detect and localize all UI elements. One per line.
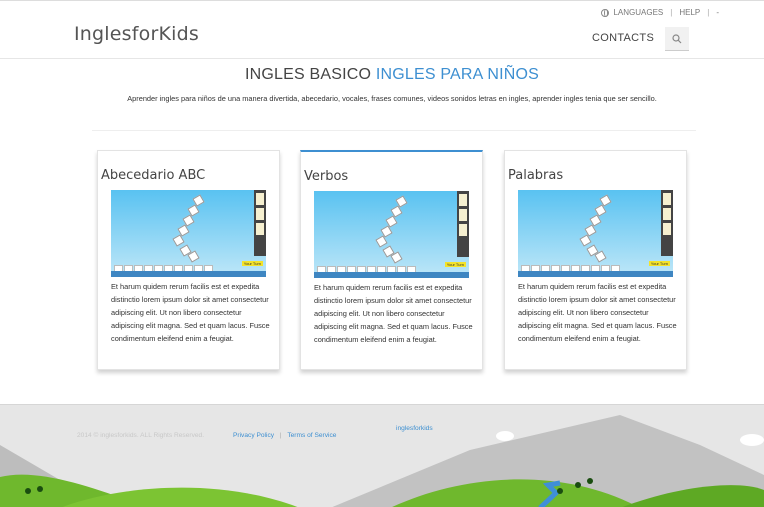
globe-icon — [601, 8, 610, 17]
search-icon — [672, 33, 682, 43]
util-separator: | — [670, 8, 673, 17]
help-link[interactable]: HELP — [679, 8, 700, 17]
section-divider — [92, 130, 696, 131]
card-title[interactable]: Palabras — [508, 168, 563, 183]
card-verbos[interactable]: Verbos Your Turn Et harum quidem rerum f… — [300, 150, 483, 370]
util-trailing: - — [716, 8, 719, 17]
page-title: INGLES BASICO INGLES PARA NIÑOS — [0, 66, 764, 84]
card-text: Et harum quidem rerum facilis est et exp… — [314, 283, 473, 344]
nav-contacts[interactable]: CONTACTS — [592, 32, 654, 44]
site-footer: 2014 © inglesforkids. ALL Rights Reserve… — [0, 404, 764, 507]
game-ground — [111, 271, 266, 277]
terms-of-service-link[interactable]: Terms of Service — [287, 432, 336, 439]
top-navbar: InglesforKids LANGUAGES | HELP | - CONTA… — [0, 0, 764, 59]
card-text: Et harum quidem rerum facilis est et exp… — [518, 282, 677, 343]
privacy-policy-link[interactable]: Privacy Policy — [233, 432, 274, 439]
game-side-panel — [661, 190, 673, 256]
card-thumbnail[interactable]: Your Turn — [111, 190, 266, 277]
footer-copyright: 2014 © inglesforkids. ALL Rights Reserve… — [77, 432, 205, 439]
languages-link[interactable]: LANGUAGES — [613, 8, 663, 17]
card-thumbnail[interactable]: Your Turn — [518, 190, 673, 277]
search-button[interactable] — [665, 27, 689, 51]
title-accent: INGLES PARA NIÑOS — [375, 66, 539, 83]
card-abecedario[interactable]: Abecedario ABC Your Turn Et harum quidem… — [97, 150, 280, 370]
landscape-illustration — [0, 415, 764, 507]
card-thumbnail[interactable]: Your Turn — [314, 191, 469, 278]
site-logo[interactable]: InglesforKids — [74, 23, 199, 45]
title-main: INGLES BASICO — [244, 66, 372, 83]
util-separator: | — [707, 8, 710, 17]
card-title[interactable]: Verbos — [304, 169, 348, 184]
card-text: Et harum quidem rerum facilis est et exp… — [111, 282, 270, 343]
footer-brand[interactable]: inglesforkids — [396, 425, 433, 432]
game-side-panel — [254, 190, 266, 256]
footer-separator: | — [279, 432, 282, 439]
footer-links: Privacy Policy | Terms of Service — [233, 432, 336, 439]
game-side-panel — [457, 191, 469, 257]
game-ground — [314, 272, 469, 278]
card-palabras[interactable]: Palabras Your Turn Et harum quidem rerum… — [504, 150, 687, 370]
card-title[interactable]: Abecedario ABC — [101, 168, 205, 183]
game-ground — [518, 271, 673, 277]
utility-nav: LANGUAGES | HELP | - — [601, 8, 719, 17]
page-subtitle: Aprender ingles para niños de una manera… — [127, 94, 657, 103]
